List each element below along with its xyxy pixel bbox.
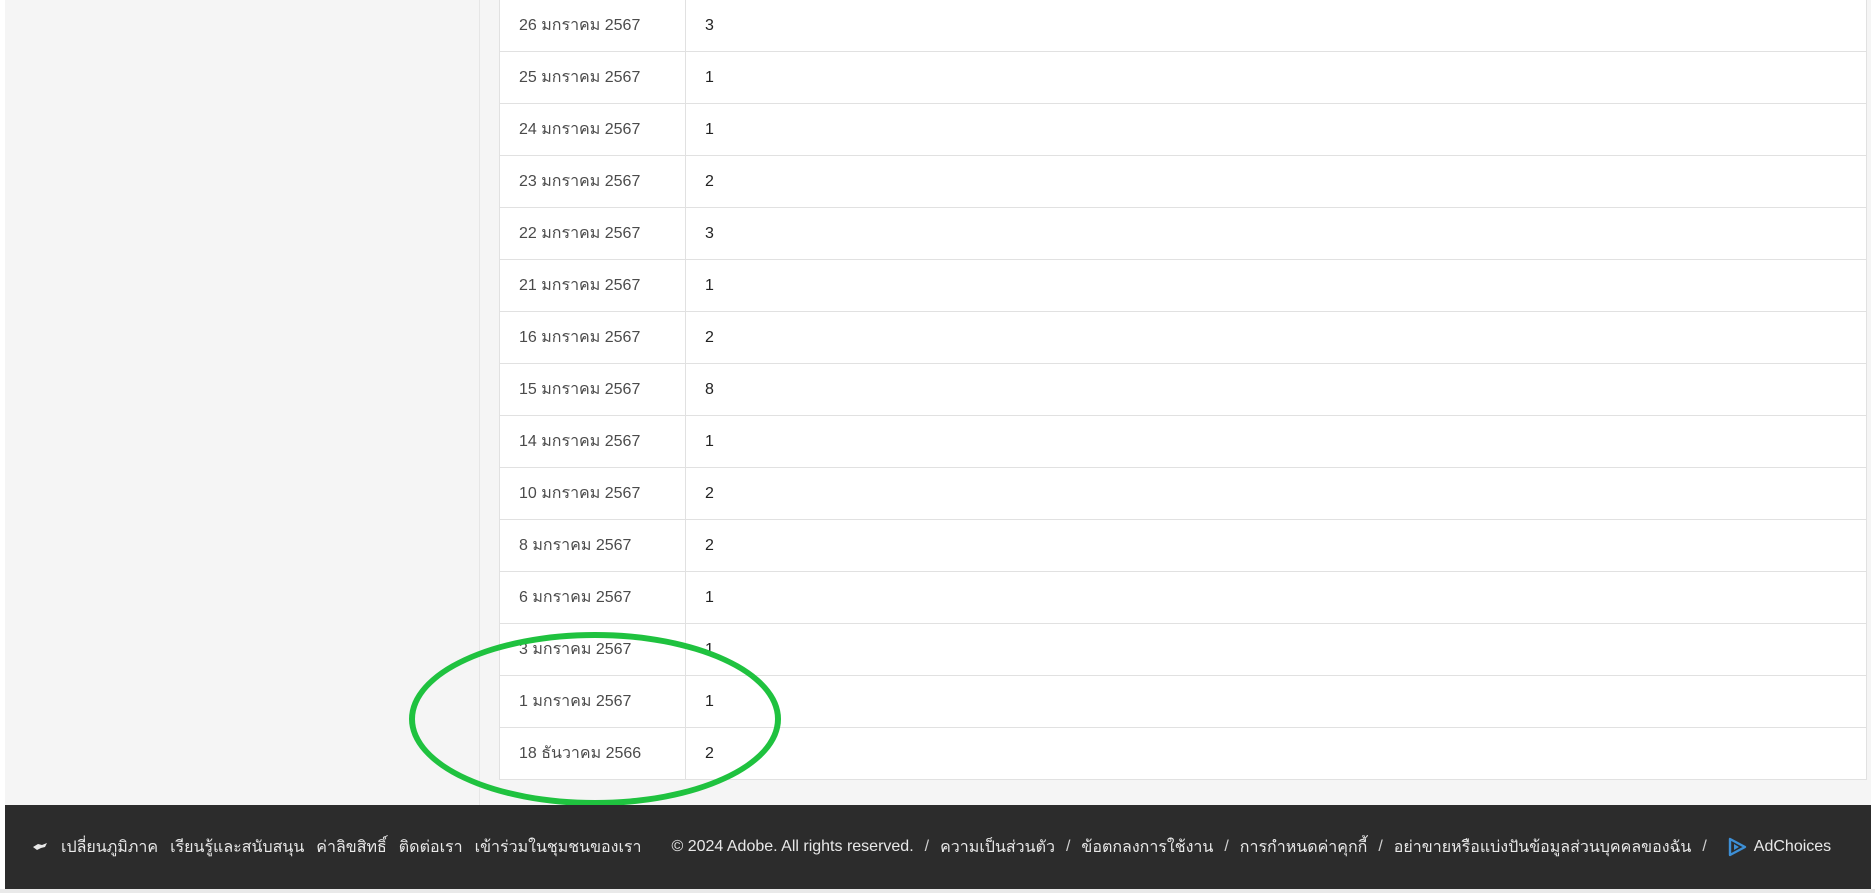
adchoices-link[interactable]: AdChoices [1754,838,1831,856]
table-row: 6 มกราคม 2567 1 [500,572,1866,624]
date-cell: 1 มกราคม 2567 [500,676,686,727]
privacy-link[interactable]: ความเป็นส่วนตัว [940,835,1055,860]
date-cell: 6 มกราคม 2567 [500,572,686,623]
count-cell: 1 [705,276,714,294]
table-row: 24 มกราคม 2567 1 [500,104,1866,156]
footer-separator: / [1378,838,1383,855]
count-cell: 1 [705,640,714,658]
date-cell: 10 มกราคม 2567 [500,468,686,519]
count-cell: 1 [705,692,714,710]
footer-separator: / [924,838,930,855]
daily-count-table: 26 มกราคม 2567 3 25 มกราคม 2567 1 24 มกราค… [499,0,1867,780]
count-cell: 2 [705,744,714,762]
table-row: 16 มกราคม 2567 2 [500,312,1866,364]
footer-separator: / [1702,838,1707,855]
table-row: 26 มกราคม 2567 3 [500,0,1866,52]
date-cell: 14 มกราคม 2567 [500,416,686,467]
table-row: 8 มกราคม 2567 2 [500,520,1866,572]
count-cell: 2 [705,484,714,502]
count-cell: 8 [705,380,714,398]
date-cell: 16 มกราคม 2567 [500,312,686,363]
table-row: 21 มกราคม 2567 1 [500,260,1866,312]
terms-link[interactable]: ข้อตกลงการใช้งาน [1081,835,1213,860]
adchoices-triangle-icon[interactable] [1727,837,1749,857]
table-row: 1 มกราคม 2567 1 [500,676,1866,728]
copyright-text: © 2024 Adobe. All rights reserved. [671,838,914,855]
table-row: 25 มกราคม 2567 1 [500,52,1866,104]
royalties-link[interactable]: ค่าลิขสิทธิ์ [316,835,387,860]
count-cell: 3 [705,224,714,242]
date-cell: 26 มกราคม 2567 [500,0,686,51]
date-cell: 3 มกราคม 2567 [500,624,686,675]
table-row: 3 มกราคม 2567 1 [500,624,1866,676]
site-footer: เปลี่ยนภูมิภาค เรียนรู้และสนับสนุน ค่าลิ… [5,805,1871,889]
count-cell: 1 [705,120,714,138]
count-cell: 2 [705,536,714,554]
date-cell: 22 มกราคม 2567 [500,208,686,259]
count-cell: 3 [705,16,714,34]
table-row: 18 ธันวาคม 2566 2 [500,728,1866,779]
count-cell: 2 [705,328,714,346]
date-cell: 8 มกราคม 2567 [500,520,686,571]
date-cell: 25 มกราคม 2567 [500,52,686,103]
date-cell: 24 มกราคม 2567 [500,104,686,155]
change-region-link[interactable]: เปลี่ยนภูมิภาค [61,835,158,860]
table-row: 15 มกราคม 2567 8 [500,364,1866,416]
contact-link[interactable]: ติดต่อเรา [399,835,463,860]
footer-separator: / [1224,838,1229,855]
date-cell: 23 มกราคม 2567 [500,156,686,207]
table-row: 22 มกราคม 2567 3 [500,208,1866,260]
table-row: 10 มกราคม 2567 2 [500,468,1866,520]
date-cell: 15 มกราคม 2567 [500,364,686,415]
globe-icon[interactable] [31,838,49,856]
date-cell: 21 มกราคม 2567 [500,260,686,311]
table-row: 14 มกราคม 2567 1 [500,416,1866,468]
count-cell: 1 [705,588,714,606]
do-not-sell-link[interactable]: อย่าขายหรือแบ่งปันข้อมูลส่วนบุคคลของฉัน [1394,835,1692,860]
learn-support-link[interactable]: เรียนรู้และสนับสนุน [170,835,304,860]
left-side-panel [5,0,480,805]
count-cell: 1 [705,432,714,450]
community-link[interactable]: เข้าร่วมในชุมชนของเรา [475,835,642,860]
bottom-edge-strip [0,889,1875,893]
count-cell: 2 [705,172,714,190]
cookie-settings-link[interactable]: การกำหนดค่าคุกกี้ [1240,835,1368,860]
date-cell: 18 ธันวาคม 2566 [500,728,686,779]
count-cell: 1 [705,68,714,86]
table-row: 23 มกราคม 2567 2 [500,156,1866,208]
footer-separator: / [1065,838,1071,855]
